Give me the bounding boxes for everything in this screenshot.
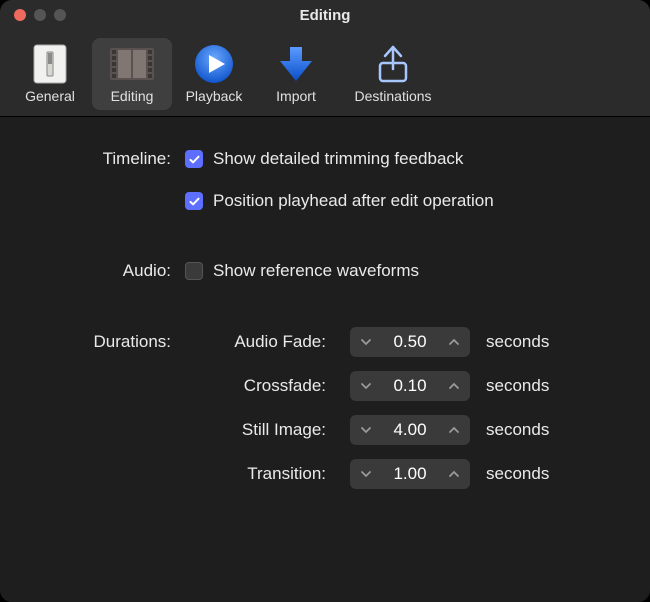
- close-window-button[interactable]: [14, 9, 26, 21]
- durations-label: Durations:: [30, 332, 185, 352]
- editing-pane: Timeline: Show detailed trimming feedbac…: [0, 117, 650, 602]
- transition-label: Transition:: [185, 464, 340, 484]
- transition-unit: seconds: [486, 464, 549, 484]
- crossfade-value: 0.10: [378, 376, 442, 396]
- tab-general[interactable]: General: [10, 38, 90, 110]
- checkbox-show-trimming[interactable]: [185, 150, 203, 168]
- crossfade-unit: seconds: [486, 376, 549, 396]
- zoom-window-button[interactable]: [54, 9, 66, 21]
- still-image-label: Still Image:: [185, 420, 340, 440]
- tab-playback[interactable]: Playback: [174, 38, 254, 110]
- chevron-down-icon[interactable]: [354, 459, 378, 489]
- checkbox-position-playhead-label: Position playhead after edit operation: [213, 191, 494, 211]
- titlebar: Editing: [0, 0, 650, 30]
- checkbox-show-waveforms-label: Show reference waveforms: [213, 261, 419, 281]
- import-icon: [266, 40, 326, 88]
- crossfade-label: Crossfade:: [185, 376, 340, 396]
- chevron-up-icon[interactable]: [442, 415, 466, 445]
- destinations-icon: [363, 40, 423, 88]
- timeline-label: Timeline:: [30, 149, 185, 169]
- transition-stepper[interactable]: 1.00: [350, 459, 470, 489]
- still-image-unit: seconds: [486, 420, 549, 440]
- preferences-toolbar: General Editing: [0, 30, 650, 117]
- tab-destinations[interactable]: Destinations: [338, 38, 448, 110]
- traffic-lights: [0, 9, 66, 21]
- still-image-stepper[interactable]: 4.00: [350, 415, 470, 445]
- chevron-up-icon[interactable]: [442, 327, 466, 357]
- chevron-up-icon[interactable]: [442, 459, 466, 489]
- audio-fade-stepper[interactable]: 0.50: [350, 327, 470, 357]
- playback-icon: [184, 40, 244, 88]
- crossfade-stepper[interactable]: 0.10: [350, 371, 470, 401]
- checkbox-show-trimming-label: Show detailed trimming feedback: [213, 149, 463, 169]
- still-image-value: 4.00: [378, 420, 442, 440]
- tab-playback-label: Playback: [186, 88, 243, 104]
- audio-fade-unit: seconds: [486, 332, 549, 352]
- transition-value: 1.00: [378, 464, 442, 484]
- tab-destinations-label: Destinations: [354, 88, 431, 104]
- audio-fade-label: Audio Fade:: [185, 332, 340, 352]
- chevron-down-icon[interactable]: [354, 327, 378, 357]
- tab-editing-label: Editing: [111, 88, 154, 104]
- window-title: Editing: [0, 7, 650, 24]
- minimize-window-button[interactable]: [34, 9, 46, 21]
- preferences-window: Editing General: [0, 0, 650, 602]
- chevron-down-icon[interactable]: [354, 371, 378, 401]
- chevron-up-icon[interactable]: [442, 371, 466, 401]
- tab-import-label: Import: [276, 88, 316, 104]
- chevron-down-icon[interactable]: [354, 415, 378, 445]
- tab-editing[interactable]: Editing: [92, 38, 172, 110]
- audio-fade-value: 0.50: [378, 332, 442, 352]
- editing-icon: [102, 40, 162, 88]
- tab-import[interactable]: Import: [256, 38, 336, 110]
- audio-label: Audio:: [30, 261, 185, 281]
- general-icon: [20, 40, 80, 88]
- checkbox-position-playhead[interactable]: [185, 192, 203, 210]
- checkbox-show-waveforms[interactable]: [185, 262, 203, 280]
- tab-general-label: General: [25, 88, 75, 104]
